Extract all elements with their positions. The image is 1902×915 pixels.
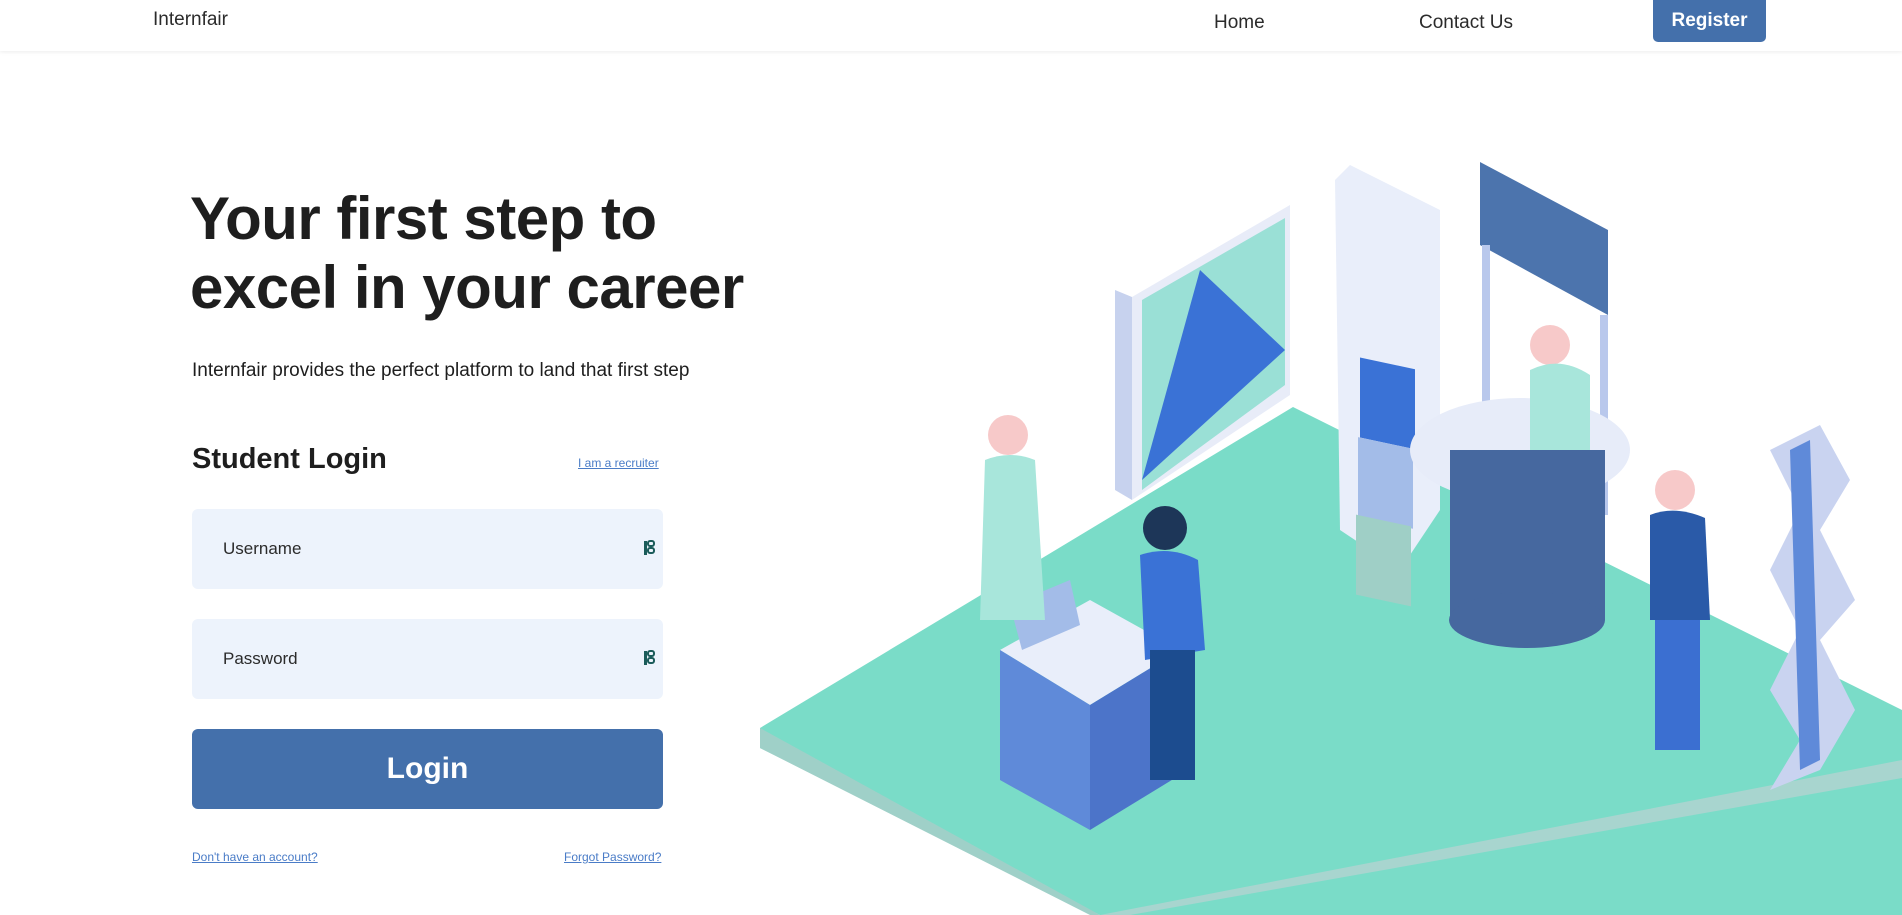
register-button[interactable]: Register (1653, 0, 1766, 42)
hero-title-line1: Your first step to (190, 185, 657, 252)
forgot-password-link[interactable]: Forgot Password? (564, 850, 661, 864)
person-woman-head (988, 415, 1028, 455)
login-title: Student Login (192, 443, 387, 475)
signup-link[interactable]: Don't have an account? (192, 850, 318, 864)
floor-shape (760, 407, 1902, 915)
username-input[interactable] (223, 535, 603, 563)
hero-title-line2: excel in your career (190, 254, 744, 321)
person-booth-body (1530, 363, 1590, 450)
key-icon (644, 650, 655, 665)
person-man-head (1143, 506, 1187, 550)
person-man-body (1140, 551, 1205, 660)
nav-contact-link[interactable]: Contact Us (1419, 12, 1513, 34)
backdrop-screen-side (1115, 290, 1132, 500)
kiosk-screen-2 (1358, 437, 1413, 529)
key-icon (644, 540, 655, 555)
username-field[interactable] (192, 509, 663, 589)
booth-desk-bottom (1449, 592, 1605, 648)
career-fair-illustration (760, 162, 1902, 915)
password-input[interactable] (223, 645, 603, 673)
person-oldman-legs (1655, 620, 1700, 750)
top-navbar: Internfair Home Contact Us Register (0, 0, 1902, 51)
person-oldman-body (1650, 510, 1710, 620)
password-field[interactable] (192, 619, 663, 699)
person-booth-head (1530, 325, 1570, 365)
booth-canopy (1480, 162, 1608, 315)
person-man-legs (1150, 650, 1195, 780)
kiosk-screen-1 (1360, 357, 1415, 450)
nav-home-link[interactable]: Home (1214, 12, 1265, 34)
hero-title: Your first step to excel in your career (190, 184, 790, 322)
kiosk-screen-3 (1356, 514, 1411, 607)
person-oldman-head (1655, 470, 1695, 510)
person-woman-body (980, 455, 1045, 620)
login-button[interactable]: Login (192, 729, 663, 809)
hero-subtitle: Internfair provides the perfect platform… (192, 360, 690, 381)
brand-logo[interactable]: Internfair (153, 9, 228, 31)
recruiter-link[interactable]: I am a recruiter (578, 456, 659, 470)
